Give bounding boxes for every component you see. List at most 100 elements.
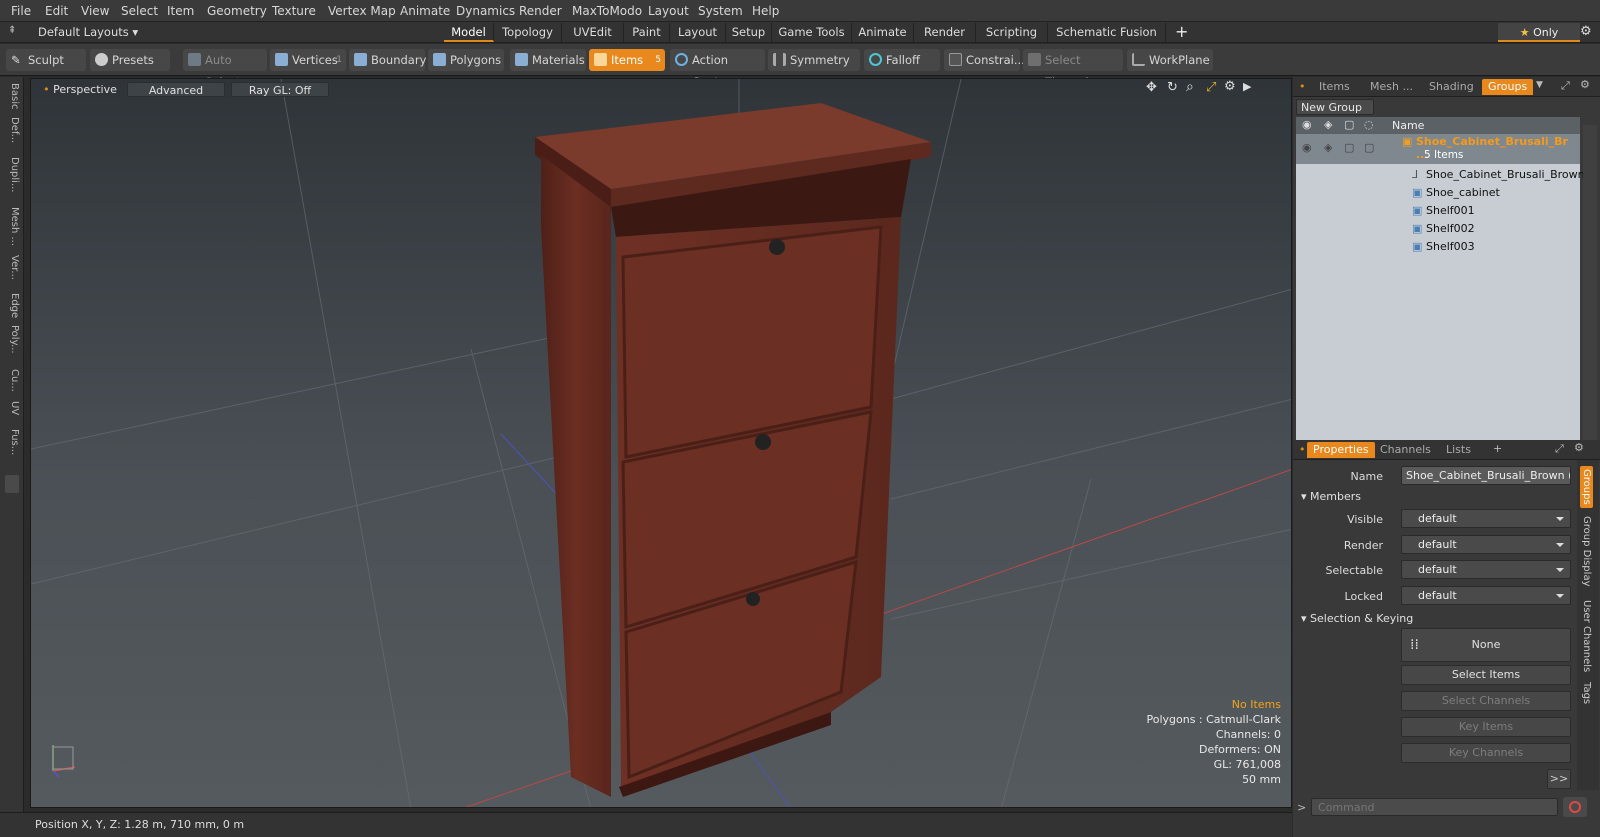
select-items-button[interactable]: Select Items [1401, 665, 1571, 685]
menu-maxtomodo[interactable]: MaxToModo [572, 4, 642, 18]
selectable-dropdown[interactable]: default [1401, 560, 1571, 579]
row-eye-icon[interactable]: ◉ [1302, 141, 1312, 154]
symmetry-button[interactable]: Symmetry [768, 49, 860, 71]
menu-select[interactable]: Select [121, 4, 158, 18]
selection-keying-section[interactable]: ▾ Selection & Keying [1301, 612, 1413, 625]
menu-file[interactable]: File [11, 4, 31, 18]
menu-texture[interactable]: Texture [272, 4, 316, 18]
tab-groups[interactable]: Groups [1482, 79, 1534, 95]
tab-game-tools[interactable]: Game Tools [772, 23, 852, 42]
tab-uvedit[interactable]: UVEdit [562, 23, 624, 42]
key-channels-button[interactable]: Key Channels [1401, 743, 1571, 763]
fit-icon[interactable]: ⤢ [1206, 80, 1216, 95]
left-tab-basic[interactable]: Basic [4, 83, 20, 109]
layout-pin-icon[interactable]: ⇞ [8, 25, 16, 36]
tab-properties[interactable]: Properties [1307, 442, 1375, 458]
visibility-eye-icon[interactable]: ◉ [1302, 118, 1312, 131]
tab-items[interactable]: Items [1319, 79, 1350, 95]
action-center-button[interactable]: Action Center [670, 49, 765, 89]
row-render-icon[interactable]: ◈ [1324, 141, 1332, 154]
select-icon[interactable]: ◌ [1364, 118, 1374, 131]
row-lock-icon[interactable]: ▢ [1344, 141, 1354, 154]
materials-button[interactable]: Materials [510, 49, 586, 71]
tab-channels[interactable]: Channels [1380, 442, 1431, 458]
left-tab-curve[interactable]: Cu... [4, 369, 20, 392]
locked-dropdown[interactable]: default [1401, 586, 1571, 605]
zoom-icon[interactable]: ⌕ [1186, 79, 1194, 95]
tab-model[interactable]: Model [444, 23, 494, 42]
add-tab-icon[interactable]: + [1175, 22, 1188, 41]
tree-row-child[interactable]: ▣ Shelf001 [1296, 202, 1580, 220]
members-section[interactable]: ▾ Members [1301, 490, 1361, 503]
layout-preset-dropdown[interactable]: Default Layouts ▾ [38, 25, 138, 39]
tabs-dropdown-icon[interactable]: ▼ [1536, 80, 1543, 90]
side-tab-tags[interactable]: Tags [1581, 682, 1592, 704]
menu-item[interactable]: Item [167, 4, 194, 18]
new-group-button[interactable]: New Group [1296, 99, 1374, 115]
tab-layout[interactable]: Layout [670, 23, 726, 42]
tree-row-child[interactable]: ▣ Shelf003 [1296, 238, 1580, 256]
group-name-input[interactable]: Shoe_Cabinet_Brusali_Brown (2) [1401, 466, 1571, 485]
tab-schematic-fusion[interactable]: Schematic Fusion [1048, 23, 1166, 42]
viewport-gear-icon[interactable]: ⚙ [1224, 79, 1236, 94]
select-channels-button[interactable]: Select Channels [1401, 691, 1571, 711]
pan-icon[interactable]: ✥ [1146, 80, 1157, 95]
properties-expand-icon[interactable]: ⤢ [1555, 442, 1564, 456]
side-tab-user-channels[interactable]: User Channels [1581, 600, 1592, 672]
menu-vertex-map[interactable]: Vertex Map [328, 4, 396, 18]
tab-render[interactable]: Render [914, 23, 976, 42]
menu-system[interactable]: System [698, 4, 743, 18]
auto-select-button[interactable]: Auto Select [183, 49, 267, 89]
3d-viewport[interactable]: • Perspective Advanced Ray GL: Off ✥ ↻ ⌕… [30, 78, 1292, 808]
add-tab-plus-icon[interactable]: + [1493, 442, 1502, 455]
left-tab-mesh[interactable]: Mesh ... [4, 207, 20, 246]
constraints-button[interactable]: Constrai... [944, 49, 1025, 71]
panel-gear-icon[interactable]: ⚙ [1580, 78, 1590, 91]
shoe-cabinet-model[interactable] [531, 97, 941, 797]
render-dropdown[interactable]: default [1401, 535, 1571, 554]
menu-view[interactable]: View [81, 4, 109, 18]
key-items-button[interactable]: Key Items [1401, 717, 1571, 737]
menu-animate[interactable]: Animate [400, 4, 450, 18]
polygons-button[interactable]: Polygons [428, 49, 504, 71]
left-tab-polygon[interactable]: Poly... [4, 325, 20, 354]
vertices-button[interactable]: Vertices 1 [270, 49, 346, 71]
raygl-toggle[interactable]: Ray GL: Off [231, 82, 329, 97]
row-select-icon[interactable]: ▢ [1364, 141, 1374, 154]
left-strip-toggle[interactable] [5, 475, 19, 493]
select-through-button[interactable]: Select Through [1023, 49, 1123, 89]
only-toggle[interactable]: ★ Only [1498, 23, 1580, 42]
menu-help[interactable]: Help [752, 4, 779, 18]
menu-edit[interactable]: Edit [45, 4, 68, 18]
tree-row-child[interactable]: ⅃ Shoe_Cabinet_Brusali_Brown [1296, 166, 1585, 184]
menu-render[interactable]: Render [519, 4, 562, 18]
left-tab-deform[interactable]: Def... [4, 117, 20, 143]
tab-paint[interactable]: Paint [624, 23, 670, 42]
viewport-expand-icon[interactable]: ▶ [1243, 80, 1251, 93]
gear-icon[interactable]: ⚙ [1580, 24, 1592, 39]
left-tab-fusion[interactable]: Fus... [4, 429, 20, 455]
tab-setup[interactable]: Setup [726, 23, 772, 42]
tab-animate[interactable]: Animate [852, 23, 914, 42]
tab-mesh[interactable]: Mesh ... [1370, 79, 1413, 95]
record-button[interactable] [1563, 797, 1587, 817]
tree-row-child[interactable]: ▣ Shelf002 [1296, 220, 1580, 238]
tree-row-child[interactable]: ▣ Shoe_cabinet [1296, 184, 1580, 202]
visible-dropdown[interactable]: default [1401, 509, 1571, 528]
presets-button[interactable]: Presets [90, 49, 170, 71]
advanced-menu[interactable]: Advanced [127, 82, 225, 97]
left-tab-edge[interactable]: Edge [4, 293, 20, 318]
lock-icon[interactable]: ▢ [1344, 118, 1354, 131]
menu-dynamics[interactable]: Dynamics [456, 4, 515, 18]
menu-geometry[interactable]: Geometry [207, 4, 267, 18]
menu-layout[interactable]: Layout [648, 4, 689, 18]
tree-row-group[interactable]: ◉ ◈ ▢ ▢ ▣ Shoe_Cabinet_Brusali_Br ... 5 … [1296, 134, 1580, 164]
left-tab-uv[interactable]: UV [4, 401, 20, 415]
falloff-button[interactable]: Falloff [864, 49, 940, 71]
side-tab-group-display[interactable]: Group Display [1581, 516, 1592, 586]
command-input[interactable] [1311, 798, 1558, 816]
left-tab-duplicate[interactable]: Dupli... [4, 157, 20, 192]
tab-scripting[interactable]: Scripting [976, 23, 1048, 42]
boundary-button[interactable]: Boundary [349, 49, 426, 71]
tree-scrollbar[interactable] [1583, 125, 1597, 442]
